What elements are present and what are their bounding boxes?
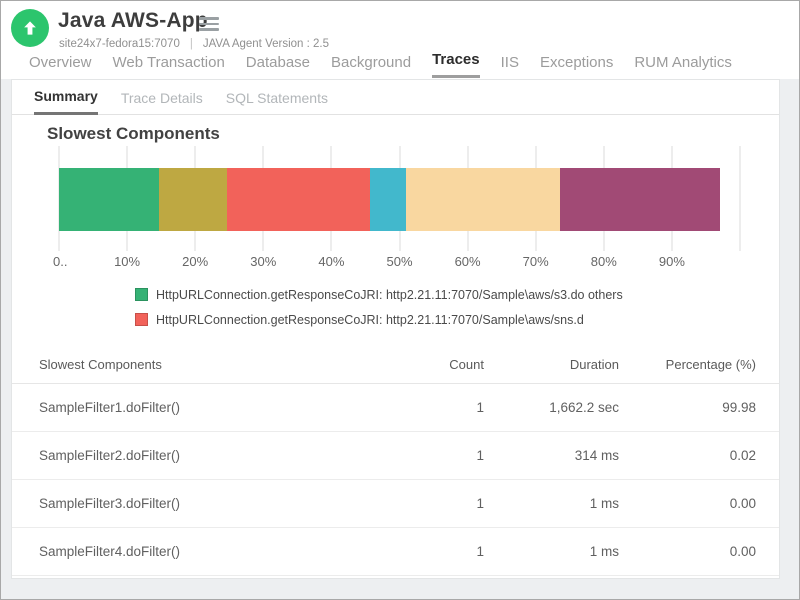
cell-duration: 314 ms [484,448,619,463]
bar-segment-2[interactable] [159,168,227,231]
table-row[interactable]: SampleFilter4.doFilter() 1 1 ms 0.00 [12,528,779,576]
axis-tick-label: 50% [386,254,412,269]
axis-tick-label: 20% [182,254,208,269]
header-count: Count [394,357,484,372]
cell-percentage: 0.02 [619,448,756,463]
tab-rum-analytics[interactable]: RUM Analytics [634,54,732,78]
host-name: site24x7-fedora15:7070 [59,38,180,50]
cell-duration: 1 ms [484,496,619,511]
app-subtitle: site24x7-fedora15:7070 | JAVA Agent Versio… [59,38,329,50]
tab-overview[interactable]: Overview [29,54,92,78]
table-row[interactable]: SampleFilter1.doFilter() 1 1,662.2 sec 9… [12,384,779,432]
subtab-sql-statements[interactable]: SQL Statements [226,90,328,114]
stacked-bar [59,168,740,231]
slowest-components-table: Slowest Components Count Duration Percen… [12,346,779,576]
bar-segment-4[interactable] [370,168,407,231]
subtab-summary[interactable]: Summary [34,88,98,115]
content-card: Summary Trace Details SQL Statements Slo… [11,79,780,579]
table-row[interactable]: SampleFilter3.doFilter() 1 1 ms 0.00 [12,480,779,528]
axis-tick-label: 40% [318,254,344,269]
cell-component: SampleFilter2.doFilter() [39,448,394,463]
bar-segment-5[interactable] [406,168,560,231]
axis-tick-label: 0.. [53,254,67,269]
subtitle-separator: | [190,38,193,50]
app-window: Java AWS-App site24x7-fedora15:7070 | JAVA… [0,0,800,600]
axis-tick-label: 30% [250,254,276,269]
menu-icon[interactable] [199,17,219,34]
cell-component: SampleFilter1.doFilter() [39,400,394,415]
legend-label: HttpURLConnection.getResponseCoJRI: http… [156,288,623,302]
tab-database[interactable]: Database [246,54,310,78]
axis-tick-label: 70% [523,254,549,269]
tab-exceptions[interactable]: Exceptions [540,54,613,78]
header-component: Slowest Components [39,357,394,372]
cell-percentage: 0.00 [619,496,756,511]
trace-subtabs: Summary Trace Details SQL Statements [12,80,779,115]
stacked-bar-chart: 0..10%20%30%40%50%60%70%80%90% [59,146,740,276]
axis-tick-label: 90% [659,254,685,269]
app-status-icon [11,9,49,47]
cell-percentage: 99.98 [619,400,756,415]
tab-iis[interactable]: IIS [501,54,519,78]
cell-count: 1 [394,400,484,415]
tab-background[interactable]: Background [331,54,411,78]
legend-swatch [135,288,148,301]
app-header: Java AWS-App site24x7-fedora15:7070 | JAVA… [1,1,799,79]
agent-version: JAVA Agent Version : 2.5 [203,38,329,50]
bar-segment-1[interactable] [59,168,159,231]
chart-legend: HttpURLConnection.getResponseCoJRI: http… [135,282,779,332]
axis-tick-label: 60% [455,254,481,269]
bar-segment-6[interactable] [560,168,720,231]
subtab-trace-details[interactable]: Trace Details [121,90,203,114]
cell-component: SampleFilter4.doFilter() [39,544,394,559]
table-header-row: Slowest Components Count Duration Percen… [12,346,779,384]
legend-swatch [135,313,148,326]
header-duration: Duration [484,357,619,372]
legend-item[interactable]: HttpURLConnection.getResponseCoJRI: http… [135,282,779,307]
header-percentage: Percentage (%) [619,357,756,372]
cell-component: SampleFilter3.doFilter() [39,496,394,511]
up-arrow-icon [20,18,40,38]
cell-duration: 1,662.2 sec [484,400,619,415]
tab-traces[interactable]: Traces [432,51,480,78]
axis-tick-label: 80% [591,254,617,269]
section-title: Slowest Components [47,124,779,144]
main-nav: Overview Web Transaction Database Backgr… [29,51,732,78]
legend-item[interactable]: HttpURLConnection.getResponseCoJRI: http… [135,307,779,332]
cell-percentage: 0.00 [619,544,756,559]
bar-segment-3[interactable] [227,168,369,231]
table-row[interactable]: SampleFilter2.doFilter() 1 314 ms 0.02 [12,432,779,480]
cell-duration: 1 ms [484,544,619,559]
app-title: Java AWS-App [58,9,208,33]
tab-web-transaction[interactable]: Web Transaction [113,54,225,78]
cell-count: 1 [394,544,484,559]
cell-count: 1 [394,448,484,463]
legend-label: HttpURLConnection.getResponseCoJRI: http… [156,313,584,327]
cell-count: 1 [394,496,484,511]
axis-tick-label: 10% [114,254,140,269]
